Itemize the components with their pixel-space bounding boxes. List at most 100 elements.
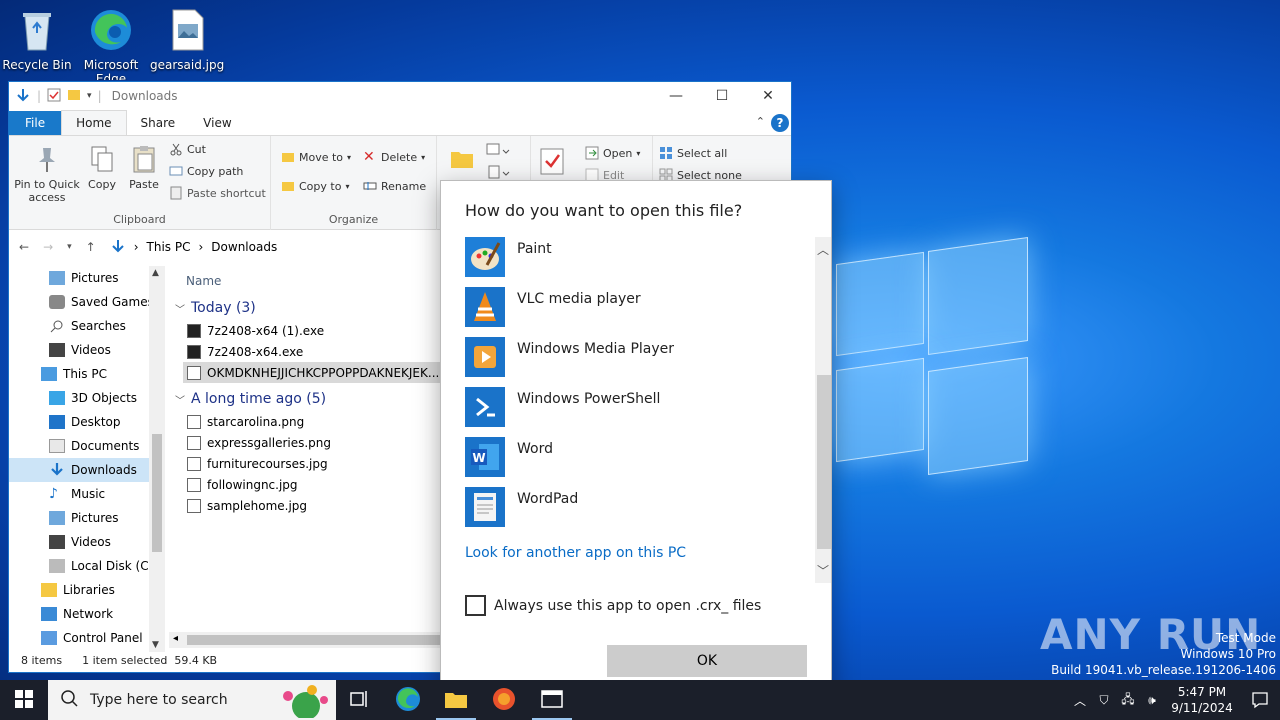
- scroll-up-icon[interactable]: ▲: [152, 268, 159, 278]
- group-header[interactable]: ﹀ A long time ago (5): [169, 387, 449, 411]
- select-all-button[interactable]: Select all: [659, 146, 727, 160]
- app-option-paint[interactable]: Paint: [465, 237, 805, 287]
- scrollbar-thumb[interactable]: [817, 375, 831, 549]
- copy-path-button[interactable]: Copy path: [169, 164, 243, 178]
- look-for-another-app-link[interactable]: Look for another app on this PC: [465, 545, 686, 561]
- nav-scrollbar[interactable]: ▲ ▼: [149, 266, 165, 652]
- move-to-button[interactable]: Move to ▾: [281, 150, 351, 164]
- nav-item[interactable]: Documents: [9, 434, 165, 458]
- nav-item[interactable]: Control Panel: [9, 626, 165, 650]
- tab-view[interactable]: View: [189, 111, 245, 135]
- breadcrumb-segment[interactable]: This PC: [147, 240, 191, 254]
- taskbar-app[interactable]: [480, 680, 528, 720]
- nav-item[interactable]: Saved Games: [9, 290, 165, 314]
- nav-item[interactable]: ♪ Music: [9, 482, 165, 506]
- nav-item[interactable]: Network: [9, 602, 165, 626]
- nav-item[interactable]: Libraries: [9, 578, 165, 602]
- customize-qa-icon[interactable]: ▾: [87, 91, 92, 101]
- back-arrow-icon[interactable]: ←: [19, 240, 29, 254]
- scroll-left-icon[interactable]: ◂: [173, 633, 178, 644]
- clock[interactable]: 5:47 PM 9/11/2024: [1164, 684, 1240, 716]
- taskbar-edge[interactable]: [384, 680, 432, 720]
- close-button[interactable]: ✕: [745, 82, 791, 110]
- open-button[interactable]: Open ▾: [585, 146, 640, 160]
- nav-item[interactable]: Pictures: [9, 506, 165, 530]
- taskbar-file-explorer[interactable]: [432, 680, 480, 720]
- collapse-ribbon-icon[interactable]: ⌃: [756, 115, 765, 128]
- scroll-up-icon[interactable]: ︿: [817, 241, 829, 258]
- delete-button[interactable]: ✕ Delete ▾: [363, 150, 425, 164]
- nav-item[interactable]: Searches: [9, 314, 165, 338]
- nav-item[interactable]: Local Disk (C:): [9, 554, 165, 578]
- copy-to-button[interactable]: Copy to ▾: [281, 179, 349, 193]
- recent-locations-icon[interactable]: ▾: [67, 242, 72, 252]
- tab-file[interactable]: File: [9, 111, 62, 135]
- volume-icon[interactable]: 🕪: [1140, 693, 1164, 708]
- notifications-icon[interactable]: [1240, 691, 1280, 709]
- start-button[interactable]: [0, 680, 48, 720]
- app-option-powershell[interactable]: Windows PowerShell: [465, 387, 805, 437]
- nav-item[interactable]: Desktop: [9, 410, 165, 434]
- copy-button[interactable]: Copy: [85, 144, 119, 191]
- nav-item[interactable]: Pictures: [9, 266, 165, 290]
- column-header-name[interactable]: Name: [169, 266, 449, 296]
- new-folder-icon[interactable]: [449, 146, 475, 175]
- always-use-option[interactable]: Always use this app to open .crx_ files: [465, 595, 761, 616]
- taskbar-search[interactable]: Type here to search: [48, 680, 336, 720]
- help-icon[interactable]: ?: [771, 114, 789, 132]
- file-row[interactable]: followingnc.jpg: [169, 474, 449, 495]
- always-use-checkbox[interactable]: [465, 595, 486, 616]
- desktop-icon-recycle-bin[interactable]: Recycle Bin: [0, 6, 74, 72]
- shield-icon[interactable]: ⛉: [1092, 693, 1116, 708]
- file-row[interactable]: 7z2408-x64 (1).exe: [169, 320, 449, 341]
- paste-button[interactable]: Paste: [127, 144, 161, 191]
- paste-shortcut-button[interactable]: Paste shortcut: [169, 186, 266, 200]
- file-row[interactable]: samplehome.jpg: [169, 495, 449, 516]
- task-view-button[interactable]: [336, 680, 384, 720]
- nav-item-downloads[interactable]: Downloads: [9, 458, 165, 482]
- app-option-word[interactable]: W Word: [465, 437, 805, 487]
- group-header[interactable]: ﹀ Today (3): [169, 296, 449, 320]
- test-mode-text: Test Mode Windows 10 Pro Build 19041.vb_…: [1051, 631, 1276, 677]
- selection-info: 1 item selected 59.4 KB: [82, 653, 218, 667]
- new-folder-icon[interactable]: [67, 88, 81, 105]
- tab-share[interactable]: Share: [127, 111, 190, 135]
- new-item-icon[interactable]: [485, 142, 511, 163]
- nav-item[interactable]: 3D Objects: [9, 386, 165, 410]
- app-list-scrollbar[interactable]: ︿ ﹀: [815, 237, 831, 583]
- tab-home[interactable]: Home: [61, 110, 127, 135]
- nav-item-this-pc[interactable]: This PC: [9, 362, 165, 386]
- app-option-vlc[interactable]: VLC media player: [465, 287, 805, 337]
- desktop-icon-gearsaid[interactable]: gearsaid.jpg: [150, 6, 224, 72]
- cut-button[interactable]: Cut: [169, 142, 206, 156]
- ok-button[interactable]: OK: [607, 645, 807, 677]
- breadcrumb[interactable]: › This PC › Downloads: [110, 238, 277, 257]
- forward-arrow-icon[interactable]: →: [43, 240, 53, 254]
- scrollbar-thumb[interactable]: [187, 635, 449, 645]
- maximize-button[interactable]: ☐: [699, 82, 745, 110]
- taskbar-open-with[interactable]: [528, 680, 576, 720]
- nav-item[interactable]: Videos: [9, 338, 165, 362]
- show-hidden-icons[interactable]: ︿: [1068, 692, 1092, 709]
- file-row[interactable]: 7z2408-x64.exe: [169, 341, 449, 362]
- scroll-down-icon[interactable]: ﹀: [817, 562, 829, 579]
- file-row[interactable]: furniturecourses.jpg: [169, 453, 449, 474]
- desktop-icon-edge[interactable]: Microsoft Edge: [74, 6, 148, 80]
- file-row-selected[interactable]: OKMDKNHEJJICHKCPPOPPDAKNEKJEK...: [183, 362, 449, 383]
- file-row[interactable]: expressgalleries.png: [169, 432, 449, 453]
- network-icon[interactable]: 🖧: [1116, 690, 1140, 711]
- app-option-wordpad[interactable]: WordPad: [465, 487, 805, 537]
- file-list-hscrollbar[interactable]: ◂: [169, 632, 449, 648]
- app-option-windows-media-player[interactable]: Windows Media Player: [465, 337, 805, 387]
- file-row[interactable]: starcarolina.png: [169, 411, 449, 432]
- properties-icon[interactable]: [47, 88, 61, 105]
- pin-quick-access-button[interactable]: Pin to Quick access: [13, 144, 81, 204]
- nav-item[interactable]: Videos: [9, 530, 165, 554]
- properties-large-icon[interactable]: [539, 146, 565, 179]
- breadcrumb-segment[interactable]: Downloads: [211, 240, 277, 254]
- minimize-button[interactable]: —: [653, 82, 699, 110]
- scrollbar-thumb[interactable]: [152, 434, 162, 552]
- up-arrow-icon[interactable]: ↑: [86, 240, 96, 254]
- paste-shortcut-icon: [169, 186, 183, 200]
- rename-button[interactable]: Rename: [363, 179, 426, 193]
